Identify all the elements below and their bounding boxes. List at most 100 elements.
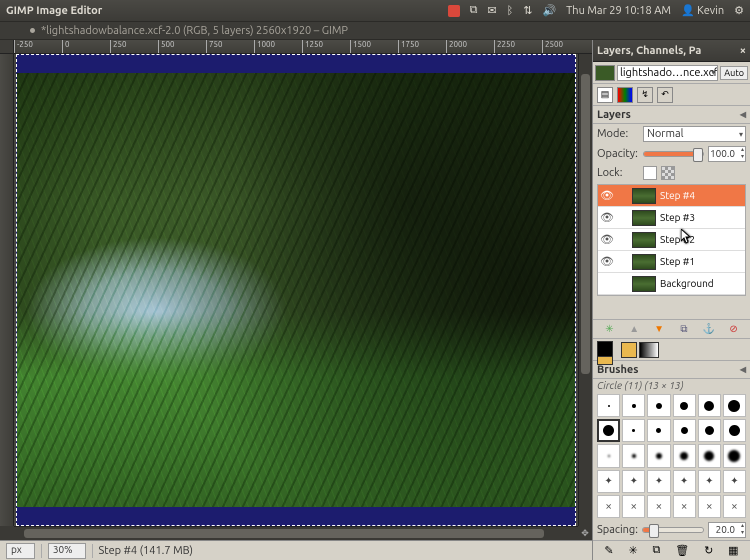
brush-preset[interactable]: × — [622, 495, 645, 518]
opacity-input[interactable]: 100.0 — [708, 146, 746, 162]
layer-name[interactable]: Background — [660, 278, 745, 289]
zoom-selector[interactable]: 30% — [48, 543, 86, 559]
anchor-layer-button[interactable]: ⚓ — [701, 321, 717, 337]
ruler-horizontal[interactable]: -250025050075010001250150017502000225025… — [14, 40, 592, 54]
auto-button[interactable]: Auto — [720, 66, 748, 80]
brush-preset[interactable] — [698, 394, 721, 417]
layer-row[interactable]: Background — [598, 273, 745, 295]
layer-name[interactable]: Step #1 — [660, 256, 745, 267]
user-menu[interactable]: 👤 Kevin — [681, 4, 724, 17]
new-brush-button[interactable]: ✳ — [628, 544, 637, 557]
layers-tab-icon[interactable]: ▤ — [597, 87, 613, 103]
clock[interactable]: Thu Mar 29 10:18 AM — [566, 5, 671, 17]
unit-selector[interactable]: px — [6, 543, 35, 559]
brush-preset[interactable] — [698, 419, 721, 442]
ruler-tick: 500 — [158, 40, 175, 54]
layer-thumbnail — [632, 210, 656, 226]
opacity-slider[interactable] — [643, 151, 704, 157]
brush-preset[interactable] — [723, 444, 746, 467]
brush-preset[interactable]: ✦ — [673, 470, 696, 493]
ruler-tick: 1500 — [350, 40, 371, 54]
new-layer-button[interactable]: ✳ — [601, 321, 617, 337]
brush-preset[interactable]: ✦ — [723, 470, 746, 493]
brush-preset[interactable]: × — [647, 495, 670, 518]
brush-preset[interactable] — [673, 444, 696, 467]
bluetooth-icon[interactable]: ᛒ — [507, 5, 514, 17]
gear-icon[interactable]: ⚙ — [734, 4, 744, 17]
raise-layer-button[interactable]: ▲ — [626, 321, 642, 337]
brush-preset[interactable] — [622, 394, 645, 417]
brush-preset[interactable]: ✦ — [597, 470, 620, 493]
undo-tab-icon[interactable]: ↶ — [657, 87, 673, 103]
canvas[interactable] — [14, 54, 578, 526]
brush-preset[interactable]: ✦ — [698, 470, 721, 493]
spacing-input[interactable]: 20.0 — [708, 522, 746, 538]
canvas-area: -250025050075010001250150017502000225025… — [0, 40, 592, 560]
layer-row[interactable]: 👁 Step #4 — [598, 185, 745, 207]
brush-preset[interactable] — [723, 419, 746, 442]
brush-preset[interactable]: × — [723, 495, 746, 518]
layer-name[interactable]: Step #4 — [660, 190, 745, 201]
volume-icon[interactable]: 🔊 — [542, 4, 556, 17]
ruler-origin[interactable] — [0, 40, 14, 54]
paths-tab-icon[interactable]: ↯ — [637, 87, 653, 103]
delete-brush-button[interactable]: 🗑 — [675, 544, 689, 557]
fg-color-swatch[interactable] — [597, 341, 613, 357]
duplicate-layer-button[interactable]: ⧉ — [676, 321, 692, 337]
brush-preset[interactable]: × — [673, 495, 696, 518]
brush-preset[interactable]: × — [597, 495, 620, 518]
brush-preset[interactable] — [597, 419, 620, 442]
panel-menu-icon[interactable]: ◀ — [740, 365, 746, 374]
open-as-image-button[interactable]: ▦ — [728, 544, 738, 557]
refresh-brushes-button[interactable]: ↻ — [704, 544, 713, 557]
panel-menu-icon[interactable]: ◀ — [740, 110, 746, 119]
dropbox-icon[interactable]: ⧉ — [470, 4, 478, 17]
visibility-toggle-icon[interactable]: 👁 — [598, 189, 616, 202]
brush-preset[interactable] — [673, 419, 696, 442]
brush-preset[interactable] — [723, 394, 746, 417]
visibility-toggle-icon[interactable]: 👁 — [598, 211, 616, 224]
layer-row[interactable]: 👁 Step #3 — [598, 207, 745, 229]
visibility-toggle-icon[interactable]: 👁 — [598, 233, 616, 246]
brush-preset[interactable]: × — [698, 495, 721, 518]
spacing-slider[interactable] — [642, 527, 704, 533]
scrollbar-vertical[interactable] — [578, 54, 592, 526]
layer-row[interactable]: 👁 Step #1 — [598, 251, 745, 273]
brush-preset[interactable] — [622, 419, 645, 442]
brush-preset[interactable]: ✦ — [647, 470, 670, 493]
lower-layer-button[interactable]: ▼ — [651, 321, 667, 337]
brush-preset[interactable] — [698, 444, 721, 467]
brush-preset[interactable] — [647, 394, 670, 417]
brush-preset[interactable] — [673, 394, 696, 417]
brush-preset[interactable] — [647, 444, 670, 467]
brush-preset[interactable] — [622, 444, 645, 467]
close-icon[interactable]: × — [740, 45, 746, 57]
gradient-swatch[interactable] — [639, 342, 659, 358]
navigation-icon[interactable]: ✥ — [578, 526, 592, 540]
ruler-vertical[interactable] — [0, 54, 14, 526]
ruler-tick: 1750 — [398, 40, 419, 54]
blend-mode-selector[interactable]: Normal — [643, 126, 746, 142]
layer-name[interactable]: Step #2 — [660, 234, 745, 245]
pattern-swatch[interactable] — [621, 342, 637, 358]
brush-preset[interactable] — [597, 394, 620, 417]
mail-icon[interactable]: ✉ — [487, 4, 496, 17]
channels-tab-icon[interactable] — [617, 87, 633, 103]
layer-thumbnail — [632, 232, 656, 248]
brush-buttons: ✎ ✳ ⧉ 🗑 ↻ ▦ — [593, 540, 750, 560]
layer-name[interactable]: Step #3 — [660, 212, 745, 223]
brush-preset[interactable] — [647, 419, 670, 442]
network-icon[interactable]: ⇅ — [523, 4, 532, 17]
scrollbar-horizontal[interactable] — [14, 526, 578, 540]
lock-pixels-checkbox[interactable] — [643, 166, 657, 180]
brush-preset[interactable] — [597, 444, 620, 467]
brush-preset[interactable]: ✦ — [622, 470, 645, 493]
layer-row[interactable]: 👁 Step #2 — [598, 229, 745, 251]
edit-brush-button[interactable]: ✎ — [604, 544, 613, 557]
visibility-toggle-icon[interactable]: 👁 — [598, 255, 616, 268]
duplicate-brush-button[interactable]: ⧉ — [653, 544, 661, 557]
status-indicator-icon[interactable] — [448, 5, 460, 17]
delete-layer-button[interactable]: ⊘ — [726, 321, 742, 337]
lock-alpha-checkbox[interactable] — [661, 166, 675, 180]
image-selector[interactable]: lightshado…nce.xcf-2 — [617, 65, 718, 81]
